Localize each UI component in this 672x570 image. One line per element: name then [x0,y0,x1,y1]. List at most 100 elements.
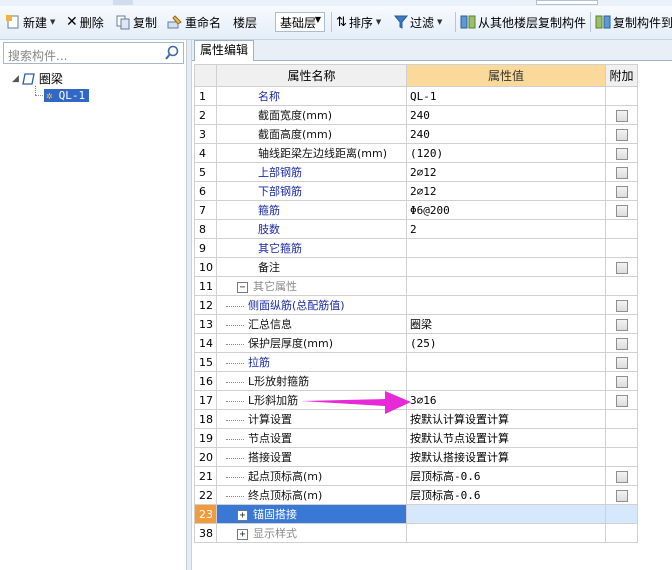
property-name-cell[interactable]: L形放射箍筋 [216,371,407,391]
expand-icon[interactable]: + [237,509,248,521]
tab-property-edit[interactable]: 属性编辑 [194,40,255,61]
property-name-cell[interactable]: − 其它属性 [216,276,407,296]
tree-node-root[interactable]: ◢ 圈梁 [12,70,63,87]
property-name-cell[interactable]: + 显示样式 [216,523,407,543]
property-value-cell[interactable]: (25) [406,333,606,353]
property-value-cell[interactable] [406,276,606,296]
property-name-cell[interactable]: 保护层厚度(mm) [216,333,407,353]
table-row[interactable]: 17 L形斜加筋 3⌀16 [194,390,638,410]
extra-checkbox[interactable] [615,394,628,407]
table-row[interactable]: 38 + 显示样式 [194,523,638,543]
table-row[interactable]: 5 上部钢筋 2⌀12 [194,162,638,182]
property-name-cell[interactable]: 箍筋 [216,200,407,220]
delete-button[interactable]: ✕ 删除 [66,12,104,32]
search-input[interactable]: 搜索构件... [3,42,184,64]
search-icon[interactable] [163,44,181,62]
property-value-cell[interactable]: Φ6@200 [406,200,606,220]
property-value-cell[interactable]: 圈梁 [406,314,606,334]
table-row[interactable]: 20 搭接设置 按默认搭接设置计算 [194,447,638,467]
extra-checkbox[interactable] [615,299,628,312]
table-row[interactable]: 10 备注 [194,257,638,277]
property-name-cell[interactable]: 节点设置 [216,428,407,448]
property-value-cell[interactable] [406,352,606,372]
extra-checkbox[interactable] [615,166,628,179]
property-name-cell[interactable]: 轴线距梁左边线距离(mm) [216,143,407,163]
property-value-cell[interactable]: 按默认计算设置计算 [406,409,606,429]
extra-checkbox[interactable] [615,489,628,502]
extra-checkbox[interactable] [615,185,628,198]
filter-button[interactable]: 过滤 ▼ [394,12,442,32]
extra-checkbox[interactable] [615,147,628,160]
property-value-cell[interactable] [406,523,606,543]
property-value-cell[interactable] [406,257,606,277]
table-row[interactable]: 19 节点设置 按默认节点设置计算 [194,428,638,448]
property-name-cell[interactable]: 起点顶标高(m) [216,466,407,486]
property-name-cell[interactable]: 侧面纵筋(总配筋值) [216,295,407,315]
property-value-cell[interactable]: 240 [406,124,606,144]
extra-checkbox[interactable] [615,261,628,274]
table-row[interactable]: 13 汇总信息 圈梁 [194,314,638,334]
property-value-cell[interactable]: 240 [406,105,606,125]
property-value-cell[interactable] [406,238,606,258]
property-value-cell[interactable]: 按默认搭接设置计算 [406,447,606,467]
table-row[interactable]: 7 箍筋 Φ6@200 [194,200,638,220]
copy-from-other-floor-button[interactable]: 从其他楼层复制构件 [460,12,586,32]
property-value-cell[interactable]: 按默认节点设置计算 [406,428,606,448]
collapse-icon[interactable]: ◢ [12,74,19,84]
table-row[interactable]: 8 肢数 2 [194,219,638,239]
extra-checkbox[interactable] [615,337,628,350]
extra-checkbox[interactable] [615,128,628,141]
property-value-cell[interactable]: 2 [406,219,606,239]
collapse-icon[interactable]: − [237,281,248,293]
property-name-cell[interactable]: 其它箍筋 [216,238,407,258]
property-name-cell[interactable]: 肢数 [216,219,407,239]
table-row[interactable]: 2 截面宽度(mm) 240 [194,105,638,125]
extra-checkbox[interactable] [615,109,628,122]
sort-button[interactable]: ⇅ 排序 ▼ [336,12,381,32]
property-value-cell[interactable]: 2⌀12 [406,162,606,182]
rename-button[interactable]: 重命名 [167,12,221,32]
table-row[interactable]: 12 侧面纵筋(总配筋值) [194,295,638,315]
copy-to-floor-button[interactable]: 复制构件到 [595,12,672,32]
property-value-cell[interactable] [406,295,606,315]
property-value-cell[interactable]: (120) [406,143,606,163]
table-row[interactable]: 4 轴线距梁左边线距离(mm) (120) [194,143,638,163]
extra-checkbox[interactable] [615,318,628,331]
property-value-cell[interactable] [406,504,606,524]
expand-icon[interactable]: + [237,528,248,540]
property-name-cell[interactable]: 搭接设置 [216,447,407,467]
table-row[interactable]: 22 终点顶标高(m) 层顶标高-0.6 [194,485,638,505]
property-value-cell[interactable] [406,371,606,391]
extra-checkbox[interactable] [615,356,628,369]
property-name-cell[interactable]: 终点顶标高(m) [216,485,407,505]
tree-node-selected[interactable]: ✲ QL-1 [44,89,90,102]
property-value-cell[interactable]: 2⌀12 [406,181,606,201]
property-name-cell[interactable]: 拉筋 [216,352,407,372]
copy-button[interactable]: 复制 [115,12,157,32]
property-name-cell[interactable]: 汇总信息 [216,314,407,334]
property-name-cell[interactable]: 名称 [216,86,407,106]
new-button[interactable]: 新建 ▼ [5,12,55,32]
table-row[interactable]: 18 计算设置 按默认计算设置计算 [194,409,638,429]
property-name-cell[interactable]: 下部钢筋 [216,181,407,201]
extra-checkbox[interactable] [615,375,628,388]
property-name-cell[interactable]: 截面高度(mm) [216,124,407,144]
table-row[interactable]: 1 名称 QL-1 [194,86,638,106]
property-name-cell[interactable]: 截面宽度(mm) [216,105,407,125]
table-row[interactable]: 15 拉筋 [194,352,638,372]
property-value-cell[interactable]: 层顶标高-0.6 [406,466,606,486]
table-row[interactable]: 3 截面高度(mm) 240 [194,124,638,144]
property-value-cell[interactable]: 3⌀16 [406,390,606,410]
table-row[interactable]: 16 L形放射箍筋 [194,371,638,391]
property-value-cell[interactable]: 层顶标高-0.6 [406,485,606,505]
tree-node-ql-1[interactable]: ✲ QL-1 [44,87,90,104]
table-row[interactable]: 21 起点顶标高(m) 层顶标高-0.6 [194,466,638,486]
property-name-cell[interactable]: + 锚固搭接 [216,504,407,524]
table-row[interactable]: 11− 其它属性 [194,276,638,296]
table-row[interactable]: 6 下部钢筋 2⌀12 [194,181,638,201]
property-value-cell[interactable]: QL-1 [406,86,606,106]
table-row[interactable]: 23 + 锚固搭接 [194,504,638,524]
extra-checkbox[interactable] [615,204,628,217]
table-row[interactable]: 14 保护层厚度(mm) (25) [194,333,638,353]
floor-select[interactable]: 基础层 ▼ [275,12,325,32]
